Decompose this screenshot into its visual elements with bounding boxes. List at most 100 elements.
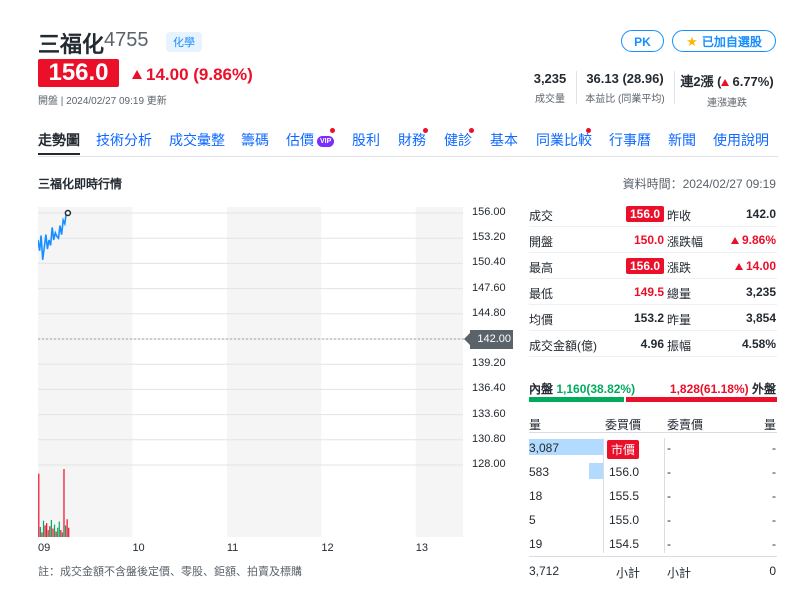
volume-bar xyxy=(52,528,54,537)
stock-code: 4755 xyxy=(104,29,149,51)
tab-chips[interactable]: 籌碼 xyxy=(241,130,269,150)
bid-price: 155.5 xyxy=(609,489,640,503)
bid-volume-bar xyxy=(589,463,603,479)
bid-qty: 5 xyxy=(529,513,536,527)
tab-financial[interactable]: 財務 xyxy=(398,130,426,150)
new-dot-icon xyxy=(469,128,474,133)
volume-bar xyxy=(50,520,52,537)
stock-nav-tabs: 走勢圖 技術分析 成交彙整 籌碼 估價 VIP 股利 財務 健診 基本 同業比較 … xyxy=(38,128,778,157)
bid-price-header: 委買價 xyxy=(605,418,642,432)
last-price-dot xyxy=(64,209,72,217)
tab-chart[interactable]: 走勢圖 xyxy=(38,130,80,155)
update-status: 開盤 | 2024/02/27 09:19 更新 xyxy=(38,96,167,107)
y-tick-label: 144.80 xyxy=(472,306,506,319)
orderbook-row: 5 155.0 - - xyxy=(529,509,777,531)
stat-volume: 3,235 成交量 xyxy=(533,71,567,105)
orderbook-row: 583 156.0 - - xyxy=(529,461,777,483)
hour-band xyxy=(38,207,133,537)
bid-price: 市價 xyxy=(607,440,640,459)
volume-bar xyxy=(49,526,51,537)
x-tick-label: 09 xyxy=(38,542,51,554)
bid-qty: 583 xyxy=(529,465,550,479)
volume-bar xyxy=(46,523,48,537)
tab-calendar[interactable]: 行事曆 xyxy=(609,130,651,150)
quote-label: 最低 xyxy=(529,287,554,301)
quote-value: 142.0 xyxy=(745,207,776,221)
stat-streak: 連2漲 (6.77%) 連漲連跌 xyxy=(680,74,774,109)
ask-price: - xyxy=(667,537,671,551)
volume-bar xyxy=(44,525,46,537)
volume-bar xyxy=(53,524,56,537)
y-tick-label: 130.80 xyxy=(472,432,506,445)
intraday-chart[interactable] xyxy=(38,207,468,557)
ask-qty: - xyxy=(772,513,776,527)
prev-close-label: 142.00 xyxy=(464,330,513,349)
vip-badge: VIP xyxy=(317,136,335,147)
volume-bar xyxy=(39,526,41,537)
tab-basic[interactable]: 基本 xyxy=(490,130,518,150)
bid-price: 156.0 xyxy=(609,465,640,479)
quote-label: 最高 xyxy=(529,261,554,275)
quote-label: 均價 xyxy=(529,313,554,327)
up-arrow-icon xyxy=(721,79,730,86)
hour-band xyxy=(321,207,416,537)
data-timestamp: 資料時間：2024/02/27 09:19 xyxy=(622,177,776,191)
quote-value: 3,235 xyxy=(745,285,776,299)
quote-label: 成交 xyxy=(529,209,554,223)
pk-button[interactable]: PK xyxy=(621,30,664,52)
x-tick-label: 12 xyxy=(321,542,334,554)
ask-qty: - xyxy=(772,441,776,455)
up-arrow-icon xyxy=(730,237,739,244)
outer-volume-bar xyxy=(626,397,777,402)
stat-pe: 36.13 (28.96) 本益比 (同業平均) xyxy=(585,71,665,105)
orderbook-row: 18 155.5 - - xyxy=(529,485,777,507)
add-watchlist-button[interactable]: ★ 已加自選股 xyxy=(672,30,776,52)
ask-price: - xyxy=(667,489,671,503)
hour-band xyxy=(132,207,227,537)
quote-label: 漲跌 xyxy=(667,261,692,275)
bid-price: 155.0 xyxy=(609,513,640,527)
quote-value: 153.2 xyxy=(633,311,664,325)
x-tick-label: 13 xyxy=(415,542,429,554)
tab-diagnosis[interactable]: 健診 xyxy=(444,130,472,150)
quote-value: 3,854 xyxy=(745,311,776,325)
volume-bar xyxy=(42,520,45,537)
orderbook-divider xyxy=(529,432,777,433)
new-dot-icon xyxy=(423,128,428,133)
quote-value: 149.5 xyxy=(633,285,664,299)
orderbook-row: 19 154.5 - - xyxy=(529,533,777,555)
stat-divider xyxy=(576,71,577,104)
tab-trades[interactable]: 成交彙整 xyxy=(169,130,225,150)
star-icon: ★ xyxy=(686,34,698,49)
realtime-title: 三福化即時行情 xyxy=(38,177,123,191)
x-tick-label: 10 xyxy=(132,542,145,554)
tab-peer-compare[interactable]: 同業比較 xyxy=(536,130,592,150)
quote-label: 漲跌幅 xyxy=(667,235,704,249)
quote-value: 9.86% xyxy=(730,233,776,247)
volume-bar xyxy=(64,525,67,537)
ask-qty-header: 量 xyxy=(763,418,776,432)
quote-label: 成交金額(億) xyxy=(529,339,597,353)
quote-label: 昨量 xyxy=(667,313,692,327)
ask-qty: - xyxy=(772,537,776,551)
ask-qty: - xyxy=(772,489,776,503)
stock-name: 三福化 xyxy=(38,32,105,57)
y-tick-label: 153.20 xyxy=(472,231,506,244)
tab-valuation[interactable]: 估價 VIP xyxy=(286,130,335,150)
up-arrow-icon xyxy=(132,70,142,79)
volume-bar xyxy=(41,532,43,537)
tab-news[interactable]: 新聞 xyxy=(668,130,696,150)
industry-tag[interactable]: 化學 xyxy=(166,32,202,52)
tab-help[interactable]: 使用說明 xyxy=(713,130,769,150)
volume-bar xyxy=(47,530,49,537)
bid-qty: 18 xyxy=(529,489,543,503)
footnote: 註：成交金額不含盤後定價、零股、鉅額、拍賣及標購 xyxy=(38,566,302,578)
y-tick-label: 156.00 xyxy=(472,206,506,218)
x-tick-label: 11 xyxy=(226,542,239,554)
volume-bar xyxy=(55,531,57,537)
hour-band xyxy=(226,207,322,537)
quote-row: 成交 156.0 昨收 142.0 xyxy=(529,201,777,227)
tab-technical[interactable]: 技術分析 xyxy=(96,130,152,150)
volume-bar xyxy=(68,527,70,537)
tab-dividend[interactable]: 股利 xyxy=(352,130,380,150)
